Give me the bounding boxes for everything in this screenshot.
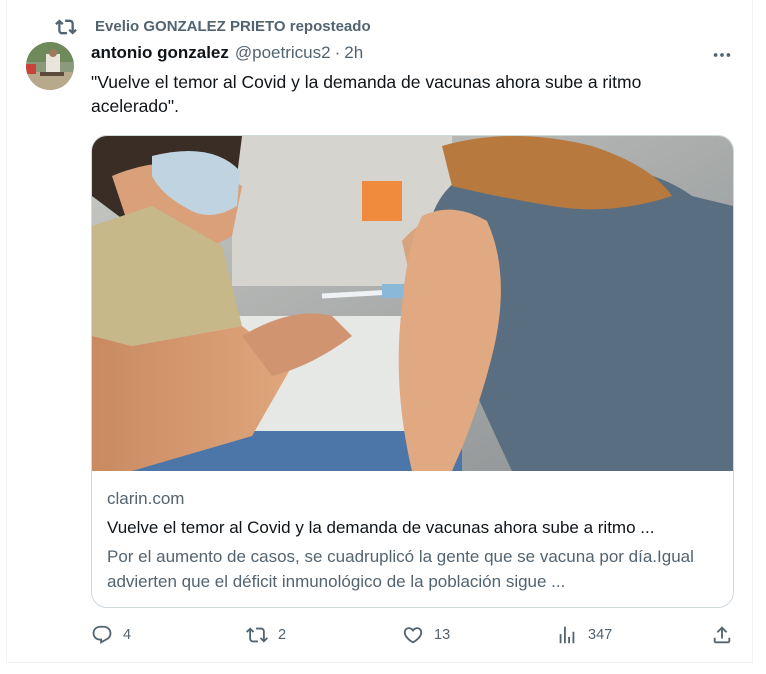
repost-button[interactable]: 2 bbox=[246, 624, 286, 646]
author-handle[interactable]: @poetricus2 bbox=[235, 43, 331, 63]
action-bar: 4 2 13 347 bbox=[0, 620, 766, 650]
views-button[interactable]: 347 bbox=[556, 624, 612, 646]
tweet-header: antonio gonzalez @poetricus2 · 2h bbox=[91, 43, 363, 63]
repost-icon bbox=[246, 627, 268, 643]
social-context-label[interactable]: Evelio GONZALEZ PRIETO reposteado bbox=[95, 18, 371, 35]
more-options-icon[interactable] bbox=[711, 44, 733, 66]
retweet-icon bbox=[55, 19, 77, 35]
link-card[interactable]: clarin.com Vuelve el temor al Covid y la… bbox=[91, 135, 734, 608]
card-domain: clarin.com bbox=[107, 489, 185, 508]
avatar[interactable] bbox=[26, 42, 74, 90]
share-button[interactable] bbox=[711, 624, 733, 646]
reply-icon bbox=[92, 625, 112, 644]
reply-button[interactable]: 4 bbox=[91, 624, 131, 646]
share-icon bbox=[713, 626, 731, 644]
vaccination-photo bbox=[92, 136, 733, 471]
views-icon bbox=[559, 626, 575, 644]
card-title: Vuelve el temor al Covid y la demanda de… bbox=[107, 518, 655, 537]
avatar-image bbox=[26, 42, 74, 90]
tweet-text: "Vuelve el temor al Covid y la demanda d… bbox=[91, 72, 642, 116]
card-description: Por el aumento de casos, se cuadruplicó … bbox=[107, 547, 694, 591]
tweet-time[interactable]: 2h bbox=[344, 43, 363, 63]
like-count: 13 bbox=[434, 627, 451, 643]
like-button[interactable]: 13 bbox=[402, 624, 450, 646]
author-name[interactable]: antonio gonzalez bbox=[91, 43, 229, 63]
reply-count: 4 bbox=[123, 627, 132, 643]
separator-dot: · bbox=[334, 43, 341, 62]
views-count: 347 bbox=[588, 627, 613, 643]
heart-icon bbox=[403, 627, 423, 644]
card-image[interactable] bbox=[92, 136, 733, 471]
repost-count: 2 bbox=[278, 627, 287, 643]
